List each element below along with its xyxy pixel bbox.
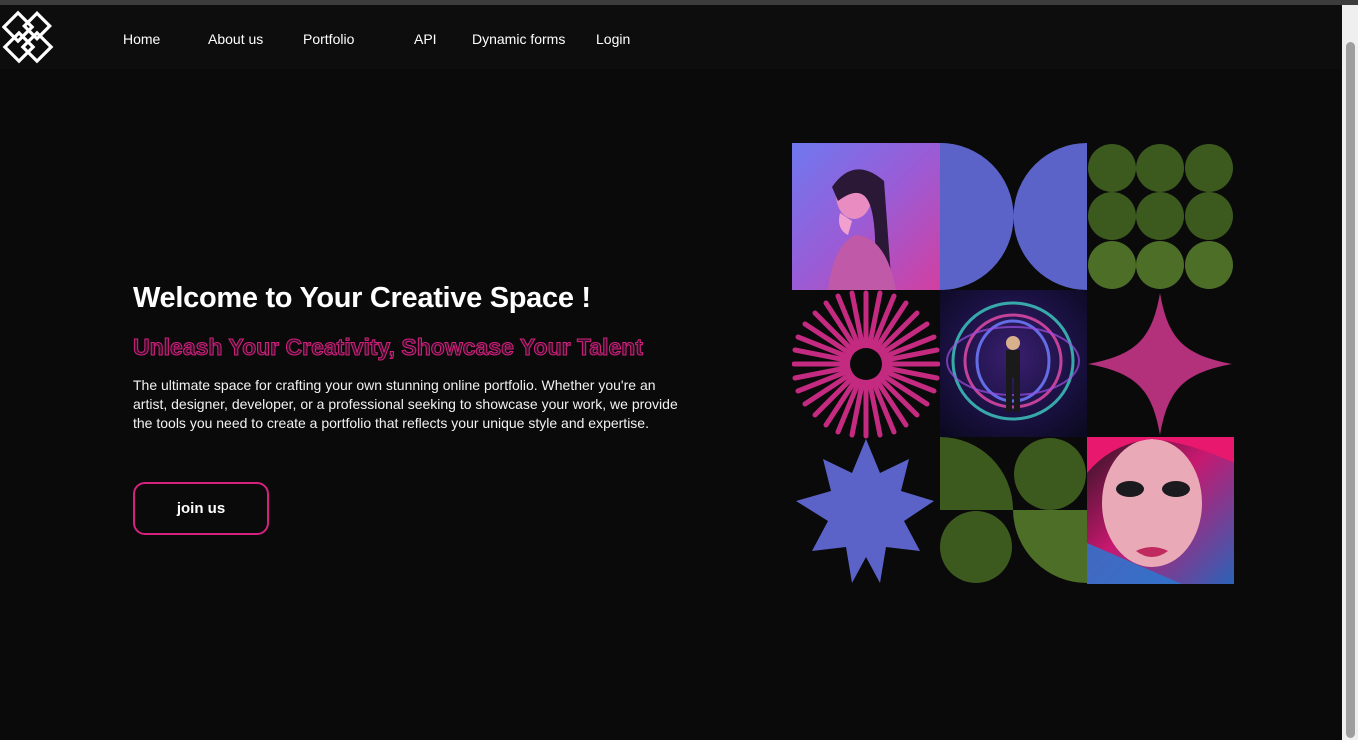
eight-point-star-icon: [796, 439, 934, 583]
nav-link-about-us[interactable]: About us: [208, 31, 263, 47]
sunburst-icon: [792, 290, 941, 439]
quarter-circles-icon: [940, 437, 1087, 583]
hero-title: Welcome to Your Creative Space !: [133, 282, 591, 314]
nav-link-dynamic-forms[interactable]: Dynamic forms: [472, 31, 565, 47]
navbar: Home About us Portfolio API Dynamic form…: [0, 5, 1342, 69]
logo-icon[interactable]: [2, 9, 56, 67]
light-painting-photo-icon: [940, 290, 1087, 437]
nav-link-login[interactable]: Login: [596, 31, 630, 47]
scrollbar-thumb[interactable]: [1346, 42, 1355, 738]
nav-link-portfolio[interactable]: Portfolio: [303, 31, 354, 47]
half-circles-icon: [940, 143, 1087, 290]
join-us-button[interactable]: join us: [133, 482, 269, 535]
nav-link-api[interactable]: API: [414, 31, 437, 47]
hero-subtitle: Unleash Your Creativity, Showcase Your T…: [133, 334, 644, 361]
portrait-photo-icon: [792, 143, 940, 290]
collage: [792, 143, 1234, 584]
nav-link-home[interactable]: Home: [123, 31, 160, 47]
four-point-star-icon: [1088, 293, 1232, 435]
dot-grid-icon: [1088, 144, 1233, 289]
makeup-portrait-photo-icon: [1087, 437, 1234, 584]
hero-description: The ultimate space for crafting your own…: [133, 377, 678, 432]
